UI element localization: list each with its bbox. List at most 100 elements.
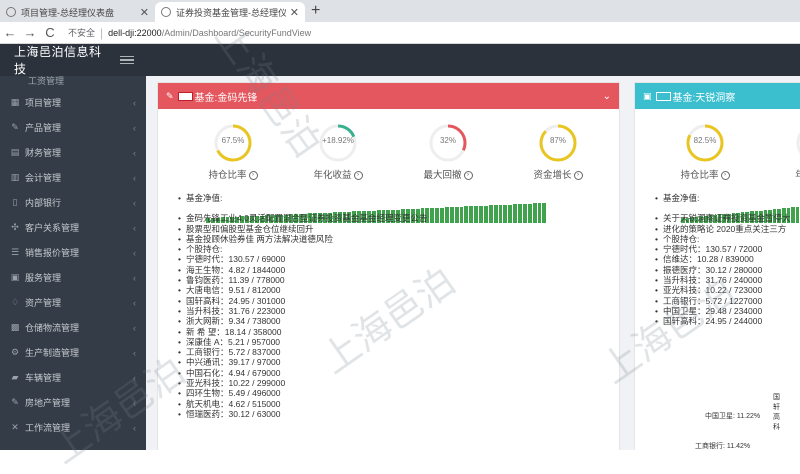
- news-item[interactable]: 基金投顾休验券佳 两方法解决道德风险: [178, 234, 427, 245]
- asset-icon: ♢: [10, 297, 20, 307]
- sidebar-item[interactable]: ✎ 产品管理 ‹: [0, 115, 146, 140]
- holding-item: 工商银行：5.72 / 1227000: [655, 296, 791, 307]
- news-item[interactable]: 进化的策略论 2020重点关注三方: [655, 224, 791, 235]
- gauge-row: 67.5% 持仓比率 › +18.92% 年化收益 › 32% 最大回撤 › 87% 资金增长 ›: [158, 123, 619, 193]
- sidebar-item[interactable]: ▯ 内部银行 ‹: [0, 190, 146, 215]
- pie-label: 中国卫星: 11.22%: [705, 413, 761, 420]
- sidebar-item[interactable]: ▣ 服务管理 ‹: [0, 265, 146, 290]
- chevron-left-icon: ‹: [133, 122, 136, 133]
- sidebar-item[interactable]: ✎ 房地产管理 ‹: [0, 390, 146, 415]
- url-field[interactable]: dell-dji:22000/Admin/Dashboard/SecurityF…: [108, 28, 311, 38]
- accounting-icon: ▥: [10, 172, 20, 182]
- news-item[interactable]: 金码先锋工业4.0灵活配置混合型证券投资基金基金经理变更公告: [178, 213, 427, 224]
- fund-info: 基金净值: 金码先锋工业4.0灵活配置混合型证券投资基金基金经理变更公告股票型和…: [178, 193, 427, 420]
- holding-item: 深康佳 A：5.21 / 957000: [178, 337, 427, 348]
- panel-header: ▣ 基金:天锐洞察: [635, 83, 800, 109]
- security-indicator[interactable]: i 不安全: [20, 26, 95, 142]
- holding-item: 航天机电：4.62 / 515000: [178, 399, 427, 410]
- nav-bar: [503, 204, 508, 223]
- nav-bar: [449, 207, 454, 223]
- gauge-label-text: 年化收: [795, 170, 800, 181]
- sidebar-item[interactable]: ▰ 车辆管理 ‹: [0, 365, 146, 390]
- gauge-label[interactable]: 资金增长 ›: [518, 167, 598, 181]
- back-button[interactable]: ←: [0, 25, 20, 40]
- sidebar-item-label: 仓储物流管理: [25, 323, 80, 333]
- chevron-left-icon: ‹: [133, 147, 136, 158]
- nav-bar: [474, 206, 478, 223]
- service-icon: ▣: [10, 272, 20, 282]
- sidebar-item[interactable]: ▩ 仓储物流管理 ‹: [0, 315, 146, 340]
- sidebar: 工资管理 ▦ 项目管理 ‹ ✎ 产品管理 ‹ ▤ 财务管理 ‹ ▥ 会计管理 ‹ ▯ 内部银行 ‹ ✣ 客户关系…: [0, 76, 146, 450]
- nav-bar: [527, 203, 532, 223]
- gauge-label[interactable]: 最大回撤 ›: [408, 167, 488, 181]
- browser-tab-bar: 项目管理-总经理仪表盘 ✕ 证券投资基金管理-总经理仪表盘 ✕ +: [0, 0, 800, 22]
- sidebar-item[interactable]: ♢ 资产管理 ‹: [0, 290, 146, 315]
- gauge-label[interactable]: 持仓比率 ›: [193, 167, 273, 181]
- gauge-label-text: 资金增长: [533, 170, 572, 181]
- reload-button[interactable]: C: [40, 25, 60, 40]
- news-item[interactable]: 股票型和偏股型基金仓位继续回升: [178, 224, 427, 235]
- gauge-label-text: 持仓比率: [680, 170, 719, 181]
- pie-label: 国轩高科: [773, 394, 780, 431]
- browser-tab-project[interactable]: 项目管理-总经理仪表盘 ✕: [0, 2, 155, 22]
- menu-toggle-icon[interactable]: [120, 55, 134, 65]
- close-icon[interactable]: ✕: [140, 6, 149, 19]
- sidebar-item-label: 客户关系管理: [25, 223, 80, 233]
- nav-bar: [435, 207, 439, 223]
- nav-bar: [542, 203, 547, 223]
- sidebar-item-label: 项目管理: [25, 98, 62, 108]
- chevron-left-icon: ‹: [133, 272, 136, 283]
- news-item[interactable]: 关于天锐洞察证券投资基金暂停大: [655, 213, 791, 224]
- gauge-label[interactable]: 年化收›: [775, 167, 800, 181]
- chevron-left-icon: ‹: [133, 197, 136, 208]
- new-tab-button[interactable]: +: [311, 2, 320, 20]
- sidebar-item[interactable]: ✣ 客户关系管理 ‹: [0, 215, 146, 240]
- gauge: 67.5% 持仓比率 ›: [193, 123, 273, 181]
- nav-bar: [508, 204, 513, 223]
- holding-item: 中国卫星：29.48 / 234000: [655, 306, 791, 317]
- gauge-label-text: 年化收益: [313, 170, 352, 181]
- holding-item: 鲁钧医药：11.39 / 778000: [178, 275, 427, 286]
- holding-item: 新 希 望：18.14 / 358000: [178, 327, 427, 338]
- close-icon[interactable]: ✕: [290, 6, 299, 19]
- sidebar-item-label: 工作流管理: [25, 423, 71, 433]
- dashboard-main: ✎ 基金:金码先锋 ⌄ 67.5% 持仓比率 › +18.92% 年化收益 › 32% 最大回…: [146, 76, 800, 450]
- sidebar-item-label: 房地产管理: [25, 398, 71, 408]
- nav-bar: [522, 203, 527, 223]
- gauge: 82.5% 持仓比率 ›: [665, 123, 745, 181]
- sidebar-item[interactable]: ✕ 工作流管理 ‹: [0, 415, 146, 440]
- nav-bar: [493, 205, 498, 223]
- sidebar-item[interactable]: ▤ 财务管理 ‹: [0, 140, 146, 165]
- tab-title: 证券投资基金管理-总经理仪表盘: [176, 7, 286, 18]
- url-host: dell-dji:22000: [108, 27, 162, 38]
- crm-icon: ✣: [11, 222, 19, 232]
- gauge-label[interactable]: 持仓比率 ›: [665, 167, 745, 181]
- panel-title: 基金:天锐洞察: [672, 92, 736, 104]
- nav-bar: [454, 206, 459, 223]
- sidebar-item-label: 服务管理: [25, 273, 62, 283]
- app-header: 上海邑泊信息科技: [0, 44, 800, 76]
- redaction-mark: [177, 91, 193, 101]
- sidebar-subitem[interactable]: 工资管理: [0, 76, 146, 90]
- sidebar-item[interactable]: ⚙ 生产制造管理 ‹: [0, 340, 146, 365]
- holding-item: 国轩高科：24.95 / 244000: [655, 316, 791, 327]
- gauge-label[interactable]: 年化收益 ›: [298, 167, 378, 181]
- product-icon: ✎: [11, 122, 19, 132]
- sidebar-item[interactable]: ☰ 销售报价管理 ‹: [0, 240, 146, 265]
- holding-item: 中国石化：4.94 / 679000: [178, 368, 427, 379]
- sidebar-item[interactable]: ▦ 项目管理 ‹: [0, 90, 146, 115]
- chevron-left-icon: ‹: [133, 372, 136, 383]
- nav-bar: [537, 203, 542, 223]
- nav-bar: [483, 205, 488, 223]
- nav-bar: [518, 204, 522, 223]
- chevron-left-icon: ‹: [133, 347, 136, 358]
- panel-title: 基金:金码先锋: [194, 92, 258, 104]
- forward-button[interactable]: →: [20, 25, 40, 40]
- gauge-label-text: 最大回撤: [423, 170, 462, 181]
- browser-tab-fund[interactable]: 证券投资基金管理-总经理仪表盘 ✕: [155, 2, 305, 22]
- chevron-down-icon[interactable]: ⌄: [603, 91, 611, 102]
- chevron-left-icon: ‹: [133, 222, 136, 233]
- tab-title: 项目管理-总经理仪表盘: [21, 7, 114, 18]
- sidebar-item[interactable]: ▥ 会计管理 ‹: [0, 165, 146, 190]
- holding-item: 信维达：10.28 / 839000: [655, 254, 791, 265]
